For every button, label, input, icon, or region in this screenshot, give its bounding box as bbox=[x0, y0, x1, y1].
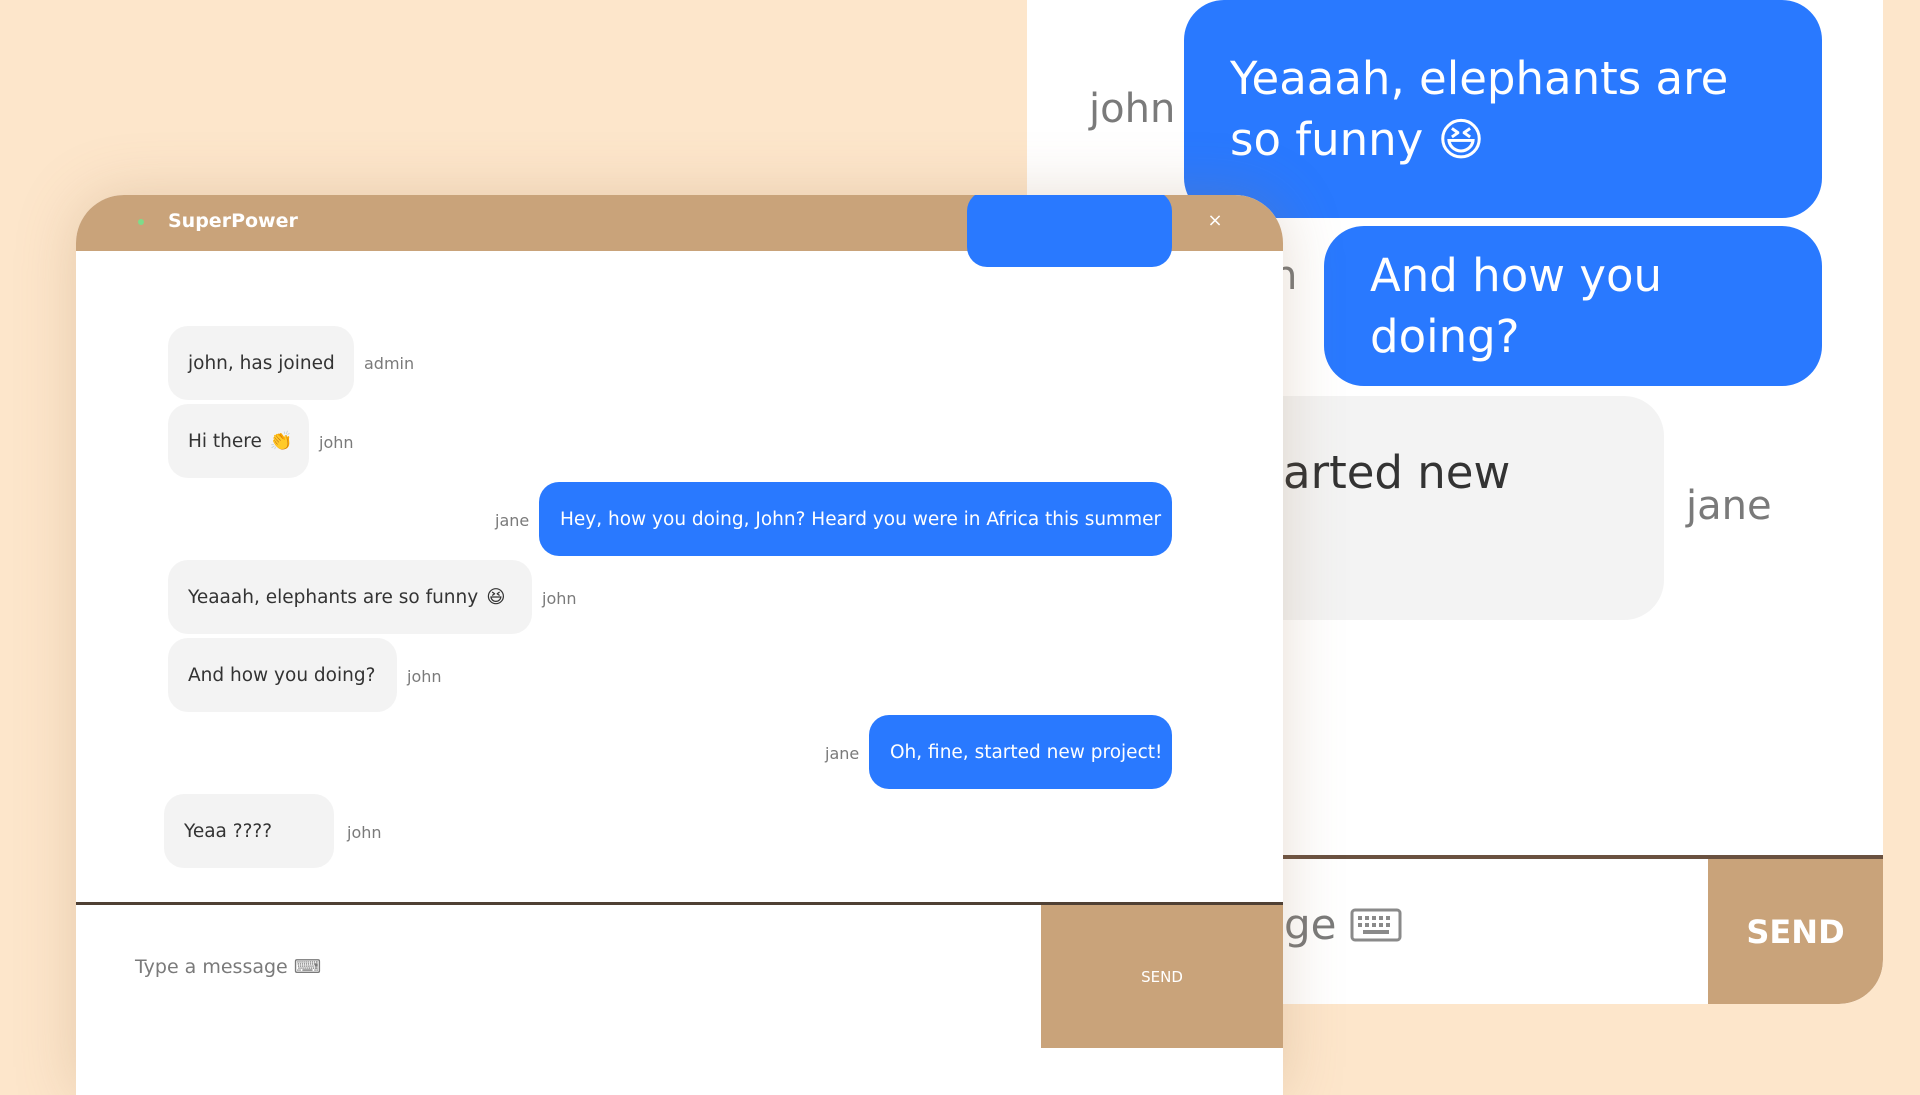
message-bubble bbox=[967, 195, 1172, 267]
message-text: Yeaa ???? bbox=[184, 820, 273, 842]
sender-name: john bbox=[407, 667, 442, 686]
chat-window: SuperPower × john, has joined admin Hi t… bbox=[76, 195, 1283, 1095]
message-text: Oh, fine, started new project! bbox=[890, 741, 1163, 763]
sender-name: admin bbox=[364, 354, 415, 373]
message-text: Yeaaah, elephants are so funny 😆 bbox=[1230, 52, 1729, 166]
message-text: And how you doing? bbox=[188, 664, 376, 686]
message-bubble: And how you doing? bbox=[1324, 226, 1822, 386]
clap-emoji-icon: 👏 bbox=[269, 431, 293, 452]
message-text: And how you doing? bbox=[1370, 249, 1663, 363]
message-input[interactable]: Type a message ⌨ bbox=[135, 937, 1035, 997]
message-bubble: Yeaaah, elephants are so funny 😆 bbox=[168, 560, 532, 634]
send-button[interactable]: SEND bbox=[1041, 905, 1283, 1048]
laughing-emoji-icon: 😆 bbox=[486, 586, 506, 608]
message-bubble: Hey, how you doing, John? Heard you were… bbox=[539, 482, 1172, 556]
message-bubble: john, has joined bbox=[168, 326, 354, 400]
send-button[interactable]: SEND bbox=[1708, 859, 1883, 1004]
message-bubble: Oh, fine, started new project! bbox=[869, 715, 1172, 789]
message-bubble: Hi there 👏 bbox=[168, 404, 309, 478]
message-bubble: Yeaa ???? bbox=[164, 794, 334, 868]
message-text: Hi there bbox=[188, 430, 262, 452]
sender-name: jane bbox=[495, 511, 530, 530]
close-button[interactable]: × bbox=[1202, 208, 1228, 234]
message-bubble: Yeaaah, elephants are so funny 😆 bbox=[1184, 0, 1822, 218]
sender-name: john bbox=[542, 589, 577, 608]
status-dot-icon bbox=[138, 219, 144, 225]
message-text: Yeaaah, elephants are so funny bbox=[188, 586, 479, 608]
sender-name: jane bbox=[1686, 483, 1772, 529]
sender-name: john bbox=[1089, 86, 1176, 132]
sender-name: jane bbox=[825, 744, 860, 763]
message-bubble: And how you doing? bbox=[168, 638, 397, 712]
sender-name: john bbox=[319, 433, 354, 452]
message-input-partial[interactable]: ge bbox=[1284, 900, 1402, 952]
keyboard-icon bbox=[1350, 903, 1402, 952]
message-text: Hey, how you doing, John? Heard you were… bbox=[560, 508, 1162, 530]
sender-name: john bbox=[347, 823, 382, 842]
message-text: john, has joined bbox=[188, 352, 335, 374]
app-title: SuperPower bbox=[168, 210, 298, 232]
